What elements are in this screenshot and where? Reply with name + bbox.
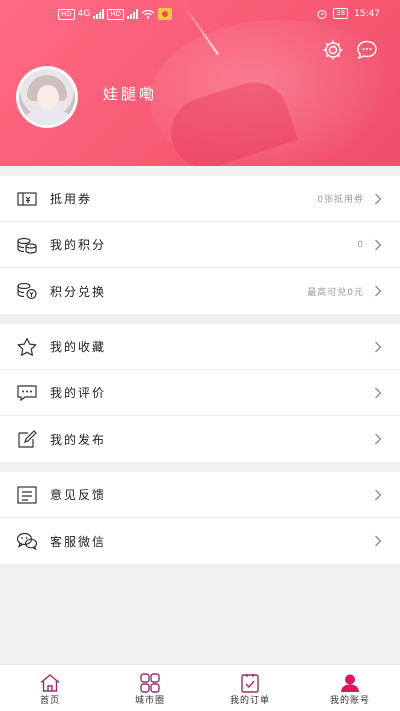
menu-group-content: 我的收藏 我的评价 我的发布 (0, 324, 400, 462)
wechat-icon (16, 532, 38, 551)
menu-item-label: 意见反馈 (50, 488, 107, 502)
menu-item-label: 抵用券 (50, 192, 93, 206)
menu-item-coupons[interactable]: 抵用券 0张抵用券 (0, 176, 400, 222)
exchange-icon (17, 282, 37, 300)
battery-indicator: 38 (333, 8, 349, 19)
order-icon (241, 674, 259, 693)
message-icon[interactable] (355, 38, 379, 62)
chevron-right-icon (375, 285, 382, 297)
network-label: 4G (77, 9, 91, 19)
menu-item-label: 我的评价 (50, 386, 107, 400)
status-left: HD 4G HD (58, 8, 173, 20)
menu-item-label: 积分兑换 (50, 284, 107, 299)
chevron-right-icon (375, 239, 382, 251)
menu-item-favorites[interactable]: 我的收藏 (0, 324, 400, 370)
status-bar: HD 4G HD 38 15:47 (0, 0, 400, 30)
username[interactable]: 娃腿嘞 (103, 83, 157, 104)
menu-item-feedback[interactable]: 意见反馈 (0, 472, 400, 518)
wifi-icon (141, 9, 155, 19)
tab-my-orders[interactable]: 我的订单 (200, 665, 300, 711)
chevron-right-icon (375, 193, 382, 205)
avatar[interactable] (16, 66, 78, 128)
status-right: 38 15:47 (317, 8, 380, 19)
star-icon (17, 337, 37, 356)
user-icon (341, 674, 359, 692)
gear-icon[interactable] (321, 38, 345, 62)
grid-icon (140, 673, 160, 693)
menu-item-label: 我的发布 (50, 432, 107, 447)
menu-item-posts[interactable]: 我的发布 (0, 416, 400, 462)
tab-label: 首页 (39, 696, 60, 706)
chevron-right-icon (375, 489, 382, 501)
signal-icon (93, 9, 105, 19)
app-notification-icon (158, 8, 173, 20)
menu-item-customer-service[interactable]: 客服微信 (0, 518, 400, 564)
menu-item-value: 最高可兑0元 (307, 287, 364, 298)
chevron-right-icon (375, 433, 382, 445)
tab-label: 我的订单 (229, 696, 270, 706)
menu-group-wallet: 抵用券 0张抵用券 我的积分 0 积分兑换 最高可兑0元 (0, 176, 400, 314)
chevron-right-icon (375, 341, 382, 353)
comment-icon (17, 385, 37, 402)
menu-item-points-exchange[interactable]: 积分兑换 最高可兑0元 (0, 268, 400, 314)
edit-icon (18, 430, 37, 448)
feedback-icon (17, 486, 37, 504)
tab-label: 城市圈 (134, 696, 165, 706)
hd-badge-1: HD (58, 8, 75, 20)
menu-item-label: 我的收藏 (50, 340, 107, 354)
menu-item-value: 0张抵用券 (317, 195, 364, 205)
menu-item-reviews[interactable]: 我的评价 (0, 370, 400, 416)
tab-city-circle[interactable]: 城市圈 (100, 665, 200, 711)
menu-item-label: 客服微信 (50, 534, 107, 549)
profile-header: HD 4G HD 38 15:47 娃腿嘞 (0, 0, 400, 166)
clock: 15:47 (354, 8, 380, 19)
menu-group-support: 意见反馈 客服微信 (0, 472, 400, 564)
tab-home[interactable]: 首页 (0, 665, 100, 711)
tab-label: 我的账号 (329, 696, 370, 706)
hd-badge-2: HD (107, 8, 125, 20)
tab-my-account[interactable]: 我的账号 (300, 665, 400, 711)
signal-icon-2 (127, 9, 139, 19)
bottom-tab-bar: 首页 城市圈 我的订单 我的账号 (0, 664, 400, 711)
ticket-icon (17, 192, 37, 206)
menu-item-value: 0 (357, 239, 364, 250)
menu-item-label: 我的积分 (50, 238, 107, 252)
alarm-icon (317, 9, 327, 19)
home-icon (40, 674, 60, 692)
chevron-right-icon (375, 387, 382, 399)
coins-icon (17, 237, 37, 254)
menu-item-points[interactable]: 我的积分 0 (0, 222, 400, 268)
chevron-right-icon (375, 535, 382, 547)
